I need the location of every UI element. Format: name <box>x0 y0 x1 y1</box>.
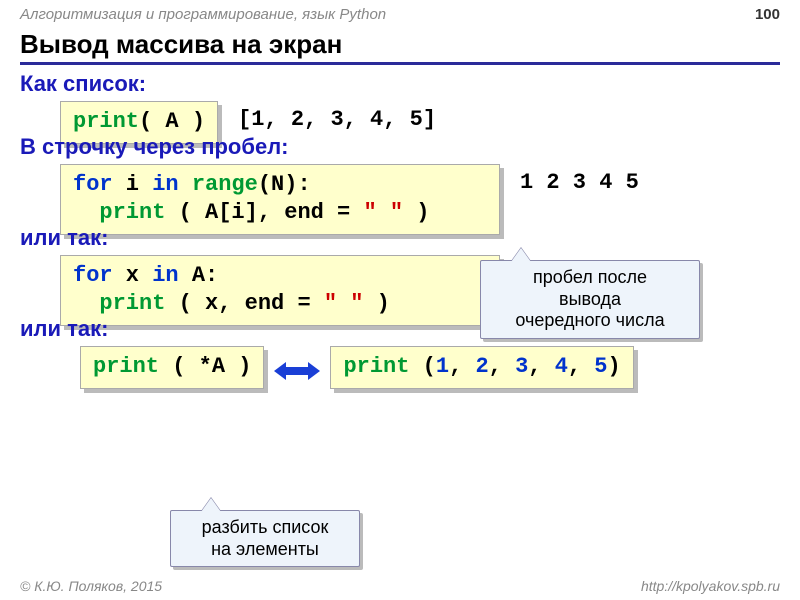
num2: 2 <box>475 354 488 379</box>
code-for-range: for i in range(N): print ( A[i], end = "… <box>60 164 500 235</box>
kw-range: range <box>179 172 258 197</box>
code-end2: ) <box>363 291 389 316</box>
kw-in: in <box>152 172 178 197</box>
course-title: Алгоритмизация и программирование, язык … <box>20 6 386 23</box>
callout-space-after: пробел после вывода очередного числа <box>480 260 700 339</box>
kw-print2: print <box>73 200 165 225</box>
copyright: © К.Ю. Поляков, 2015 <box>20 578 162 594</box>
id-x: x <box>113 263 153 288</box>
callout-tail-icon <box>511 248 531 262</box>
kw-print5: print <box>343 354 409 379</box>
code-tail: (N): <box>258 172 311 197</box>
num5: 5 <box>594 354 607 379</box>
output-list: [1, 2, 3, 4, 5] <box>238 107 436 132</box>
content: Как список: print( A ) [1, 2, 3, 4, 5] В… <box>0 65 800 389</box>
callout-unpack: разбить список на элементы <box>170 510 360 567</box>
callout-text-2: разбить список на элементы <box>202 517 329 559</box>
kw-print3: print <box>73 291 165 316</box>
comma4: , <box>568 354 594 379</box>
id-i: i <box>113 172 153 197</box>
kw-for: for <box>73 172 113 197</box>
code-mid: ( A[i], end = <box>165 200 363 225</box>
code-print-star: print ( *A ) <box>80 346 264 389</box>
comma3: , <box>528 354 554 379</box>
row-unpack: print ( *A ) print (1, 2, 3, 4, 5) <box>80 346 780 389</box>
code-end: ) <box>403 200 429 225</box>
subhead-inline: В строчку через пробел: <box>20 134 780 160</box>
code-for-x: for x in A: print ( x, end = " " ) <box>60 255 500 326</box>
code-print-literal: print (1, 2, 3, 4, 5) <box>330 346 633 389</box>
num4: 4 <box>555 354 568 379</box>
code-mid2: ( x, end = <box>165 291 323 316</box>
header: Алгоритмизация и программирование, язык … <box>0 0 800 25</box>
kw-in2: in <box>152 263 178 288</box>
str-space: " " <box>363 200 403 225</box>
str-space2: " " <box>324 291 364 316</box>
double-arrow-icon <box>274 360 320 382</box>
footer: © К.Ю. Поляков, 2015 http://kpolyakov.sp… <box>0 578 800 594</box>
num3: 3 <box>515 354 528 379</box>
kw-for2: for <box>73 263 113 288</box>
footer-url: http://kpolyakov.spb.ru <box>641 578 780 594</box>
paren-close: ) <box>608 354 621 379</box>
output-inline-1: 1 2 3 4 5 <box>520 170 639 195</box>
id-a: A: <box>179 263 219 288</box>
kw-print: print <box>73 109 139 134</box>
page-number: 100 <box>755 6 780 23</box>
num1: 1 <box>436 354 449 379</box>
subhead-as-list: Как список: <box>20 71 780 97</box>
callout-text-1: пробел после вывода очередного числа <box>515 267 664 330</box>
code-arg: ( A ) <box>139 109 205 134</box>
paren-open: ( <box>409 354 435 379</box>
comma1: , <box>449 354 475 379</box>
page-title: Вывод массива на экран <box>20 29 780 65</box>
comma2: , <box>489 354 515 379</box>
code-star-arg: ( *A ) <box>159 354 251 379</box>
kw-print4: print <box>93 354 159 379</box>
callout-tail-icon-2 <box>201 498 221 512</box>
